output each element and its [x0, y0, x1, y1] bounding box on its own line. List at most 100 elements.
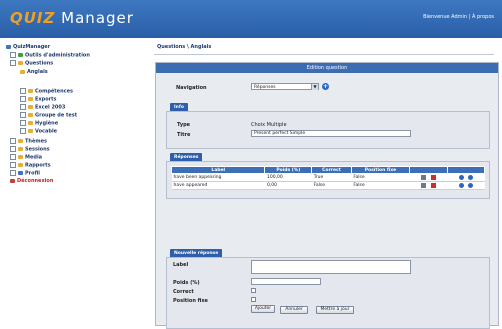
cell-actions: [409, 173, 448, 182]
weight-label: Poids (%): [173, 280, 200, 286]
title-label: Titre: [177, 132, 191, 138]
arrow-down-icon[interactable]: [467, 174, 473, 180]
expand-icon[interactable]: [20, 88, 26, 94]
tree-item-competences[interactable]: Compétences: [20, 88, 73, 95]
cell-correct: True: [311, 173, 352, 182]
expand-icon[interactable]: [10, 170, 16, 176]
delete-icon[interactable]: [431, 182, 437, 188]
tree-item-groupe[interactable]: Groupe de test: [20, 112, 77, 119]
type-value: Choix Multiple: [251, 122, 287, 128]
folder-icon: [28, 113, 33, 117]
cell-order: [447, 181, 485, 190]
app-logo: QUIZ Manager: [10, 9, 134, 27]
expand-icon[interactable]: [20, 112, 26, 118]
tree-item-media[interactable]: Media: [10, 154, 42, 161]
column-header-label: Label: [170, 166, 266, 174]
brand-quiz: QUIZ: [10, 9, 56, 27]
title-field[interactable]: Present perfect Simple: [251, 130, 411, 137]
folder-icon: [18, 155, 23, 159]
tree-item-themes[interactable]: Thèmes: [10, 138, 47, 145]
correct-checkbox[interactable]: [251, 288, 256, 293]
sidebar-tree: QuizManager Outils d'administration Ques…: [6, 44, 146, 324]
cell-weight: 100,00: [264, 173, 312, 182]
fixed-position-label: Position fixe: [173, 298, 208, 304]
navigation-select[interactable]: Réponses ▼: [251, 83, 319, 90]
divider: [154, 54, 494, 55]
tree-item-hygiene[interactable]: Hygiène: [20, 120, 58, 127]
edit-icon[interactable]: [420, 182, 426, 188]
label-textarea[interactable]: [251, 260, 411, 274]
expand-icon[interactable]: [20, 104, 26, 110]
app-header: QUIZ Manager Bienvenue Admin | À propos: [0, 0, 502, 38]
answers-table: Label Poids (%) Correct Position fixe ha…: [170, 166, 486, 190]
answers-group: Label Poids (%) Correct Position fixe ha…: [166, 161, 490, 199]
expand-icon[interactable]: [20, 96, 26, 102]
panel-title: Edition question: [156, 63, 498, 73]
column-header-weight: Poids (%): [264, 166, 313, 174]
column-header-order: [446, 166, 486, 174]
table-row[interactable]: have been appearing 100,00 True False: [171, 173, 485, 182]
new-answer-group: Label Poids (%) Correct Position fixe Aj…: [166, 257, 490, 329]
navigation-label: Navigation: [176, 85, 207, 91]
cell-order: [447, 173, 485, 182]
cell-correct: False: [311, 181, 352, 190]
expand-icon[interactable]: [10, 162, 16, 168]
info-group: Type Choix Multiple Titre Present perfec…: [166, 111, 490, 149]
tree-item-sessions[interactable]: Sessions: [10, 146, 50, 153]
column-header-correct: Correct: [311, 166, 352, 174]
tree-item-excel[interactable]: Excel 2003: [20, 104, 65, 111]
cell-weight: 0,00: [264, 181, 312, 190]
expand-icon[interactable]: [10, 154, 16, 160]
expand-icon[interactable]: [10, 138, 16, 144]
globe-icon: [6, 44, 11, 49]
cell-label: have appeared: [171, 181, 265, 190]
tree-item-rapports[interactable]: Rapports: [10, 162, 51, 169]
arrow-down-icon[interactable]: [467, 182, 473, 188]
expand-icon[interactable]: [10, 146, 16, 152]
chevron-down-icon: ▼: [311, 84, 318, 90]
expand-icon[interactable]: [20, 120, 26, 126]
expand-icon[interactable]: [10, 52, 16, 58]
weight-field[interactable]: [251, 278, 321, 285]
header-links[interactable]: Bienvenue Admin | À propos: [423, 14, 494, 20]
expand-icon[interactable]: [20, 128, 26, 134]
folder-icon: [28, 121, 33, 125]
edit-icon[interactable]: [420, 174, 426, 180]
delete-icon[interactable]: [431, 174, 437, 180]
column-header-fixed: Position fixe: [350, 166, 411, 174]
folder-icon: [28, 97, 33, 101]
tree-item-root[interactable]: QuizManager: [6, 44, 50, 50]
table-row[interactable]: have appeared 0,00 False False: [171, 181, 485, 190]
tree-item-vocable[interactable]: Vocable: [20, 128, 57, 135]
folder-icon: [18, 147, 23, 151]
update-button[interactable]: Mettre à jour: [316, 306, 354, 314]
brand-manager: Manager: [61, 9, 134, 27]
folder-icon: [28, 89, 33, 93]
folder-icon: [28, 129, 33, 133]
folder-icon: [20, 69, 25, 74]
tree-item-exports[interactable]: Exports: [20, 96, 57, 103]
tree-item-profil[interactable]: Profil: [10, 170, 40, 177]
correct-label: Correct: [173, 289, 194, 295]
cell-actions: [409, 181, 448, 190]
tree-item-admin[interactable]: Outils d'administration: [10, 52, 90, 59]
breadcrumb[interactable]: Questions \ Anglais: [157, 44, 211, 50]
cancel-button[interactable]: Annuler: [280, 306, 308, 314]
tree-item-anglais[interactable]: Anglais: [20, 69, 48, 75]
tree-item-deconnexion[interactable]: Déconnexion: [10, 178, 53, 184]
folder-icon: [18, 61, 23, 65]
edit-question-panel: Edition question Navigation Réponses ▼ +…: [155, 62, 499, 329]
arrow-up-icon[interactable]: [458, 182, 464, 188]
arrow-up-icon[interactable]: [458, 174, 464, 180]
tree-item-questions[interactable]: Questions: [10, 60, 53, 67]
type-label: Type: [177, 122, 191, 128]
add-icon[interactable]: +: [322, 83, 329, 90]
tools-icon: [18, 53, 23, 57]
collapse-icon[interactable]: [10, 60, 16, 66]
fixed-position-checkbox[interactable]: [251, 297, 256, 302]
main-content: Questions \ Anglais Edition question Nav…: [152, 40, 502, 329]
user-icon: [18, 171, 23, 175]
add-button[interactable]: Ajouter: [251, 305, 275, 313]
cell-fixed: False: [351, 181, 410, 190]
folder-icon: [18, 163, 23, 167]
